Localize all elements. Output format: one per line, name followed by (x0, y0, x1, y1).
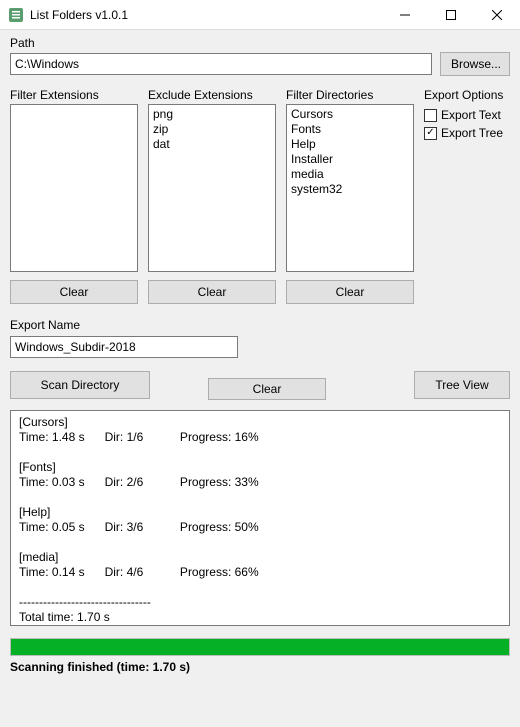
filter-dirs-clear-button[interactable]: Clear (286, 280, 414, 304)
export-text-checkbox[interactable] (424, 109, 437, 122)
export-text-label: Export Text (441, 108, 501, 122)
maximize-button[interactable] (428, 0, 474, 30)
filter-ext-list[interactable] (10, 104, 138, 272)
window-title: List Folders v1.0.1 (30, 8, 382, 22)
exclude-ext-list[interactable]: png zip dat (148, 104, 276, 272)
titlebar: List Folders v1.0.1 (0, 0, 520, 30)
export-opts-label: Export Options (424, 88, 510, 102)
exclude-ext-clear-button[interactable]: Clear (148, 280, 276, 304)
progress-bar (10, 638, 510, 656)
browse-button[interactable]: Browse... (440, 52, 510, 76)
export-name-label: Export Name (10, 318, 510, 332)
filter-dirs-label: Filter Directories (286, 88, 414, 102)
path-label: Path (10, 36, 510, 50)
progress-fill (11, 639, 509, 655)
log-output[interactable]: [Cursors] Time: 1.48 s Dir: 1/6 Progress… (10, 410, 510, 626)
exclude-ext-label: Exclude Extensions (148, 88, 276, 102)
export-tree-label: Export Tree (441, 126, 503, 140)
tree-view-button[interactable]: Tree View (414, 371, 510, 399)
clear-log-button[interactable]: Clear (208, 378, 326, 400)
close-button[interactable] (474, 0, 520, 30)
filter-ext-clear-button[interactable]: Clear (10, 280, 138, 304)
export-tree-checkbox[interactable]: ✓ (424, 127, 437, 140)
minimize-button[interactable] (382, 0, 428, 30)
app-icon (8, 7, 24, 23)
filter-dirs-list[interactable]: Cursors Fonts Help Installer media syste… (286, 104, 414, 272)
export-name-input[interactable] (10, 336, 238, 358)
filter-ext-label: Filter Extensions (10, 88, 138, 102)
path-input[interactable] (10, 53, 432, 75)
scan-directory-button[interactable]: Scan Directory (10, 371, 150, 399)
status-text: Scanning finished (time: 1.70 s) (10, 660, 510, 674)
